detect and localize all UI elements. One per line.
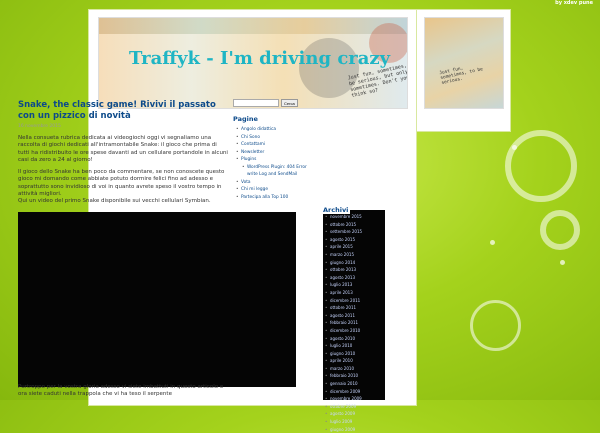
search-button[interactable]: Cerca bbox=[281, 99, 298, 107]
archive-link[interactable]: agosto 2015 bbox=[325, 236, 362, 244]
search-form: Cerca bbox=[233, 99, 315, 107]
sidebar: Cerca Pagine Angolo didattica Chi Sono C… bbox=[233, 99, 315, 201]
archive-link[interactable]: dicembre 2011 bbox=[325, 297, 362, 305]
archive-link[interactable]: giugno 2010 bbox=[325, 350, 362, 358]
page-link-contattami[interactable]: Contattami bbox=[233, 141, 315, 149]
archive-link[interactable]: febbraio 2011 bbox=[325, 319, 362, 327]
page-link-top-100[interactable]: Partecipa alla Top 100 bbox=[233, 194, 315, 202]
archive-link[interactable]: ottobre 2015 bbox=[325, 221, 362, 229]
archive-link[interactable]: dicembre 2010 bbox=[325, 327, 362, 335]
post: Snake, the classic game! Rivivi il passa… bbox=[18, 100, 228, 211]
pages-heading: Pagine bbox=[233, 115, 258, 123]
archive-link[interactable]: agosto 2010 bbox=[325, 335, 362, 343]
archive-link[interactable]: luglio 2013 bbox=[325, 281, 362, 289]
byline[interactable]: by xdev pune bbox=[555, 0, 593, 6]
pages-list: Angolo didattica Chi Sono Contattami New… bbox=[233, 126, 315, 201]
archive-link[interactable]: novembre 2015 bbox=[325, 213, 362, 221]
secondary-header: Just fun, sometimes, to be serious. bbox=[424, 17, 504, 109]
post-date: 16 novembre 2015 bbox=[18, 124, 61, 129]
secondary-panel: Just fun, sometimes, to be serious. bbox=[416, 9, 511, 132]
site-header: Traffyk - I'm driving crazy Just fun, so… bbox=[98, 17, 408, 109]
bg-dot bbox=[490, 240, 495, 245]
bg-dot bbox=[560, 260, 565, 265]
page-link-newsletter[interactable]: Newsletter bbox=[233, 149, 315, 157]
archive-link[interactable]: agosto 2009 bbox=[325, 410, 362, 418]
archive-link[interactable]: aprile 2013 bbox=[325, 289, 362, 297]
post-title[interactable]: Snake, the classic game! Rivivi il passa… bbox=[18, 100, 228, 122]
secondary-tagline: Just fun, sometimes, to be serious. bbox=[438, 66, 484, 87]
post-paragraph: Qui un video del primo Snake disponibile… bbox=[18, 198, 211, 205]
archive-link[interactable]: dicembre 2009 bbox=[325, 388, 362, 396]
page-link-plugin-404[interactable]: WordPress Plugin: 404 Error write Log an… bbox=[233, 164, 315, 179]
archive-link[interactable]: ottobre 2009 bbox=[325, 403, 362, 411]
archive-link[interactable]: aprile 2010 bbox=[325, 357, 362, 365]
page-link-chi-mi-legge[interactable]: Chi mi legge bbox=[233, 186, 315, 194]
page-link-chi-sono[interactable]: Chi Sono bbox=[233, 134, 315, 142]
archive-link[interactable]: marzo 2010 bbox=[325, 365, 362, 373]
archive-link[interactable]: marzo 2015 bbox=[325, 251, 362, 259]
post-paragraph: Nella consueta rubrica dedicata ai video… bbox=[18, 135, 228, 163]
header-decoration bbox=[99, 18, 407, 34]
page-link-vota[interactable]: Vota bbox=[233, 179, 315, 187]
archive-link[interactable]: agosto 2013 bbox=[325, 274, 362, 282]
archive-link[interactable]: agosto 2011 bbox=[325, 312, 362, 320]
archive-link[interactable]: ottobre 2013 bbox=[325, 266, 362, 274]
bg-dot bbox=[512, 145, 517, 150]
bg-circle-ring bbox=[470, 300, 521, 351]
post-paragraph: Purtroppo per la vostra gloria adesso vi… bbox=[18, 384, 224, 398]
search-input[interactable] bbox=[233, 99, 279, 107]
post-paragraph: Il gioco dello Snake ha ben poco da comm… bbox=[18, 169, 225, 198]
archive-link[interactable]: luglio 2009 bbox=[325, 418, 362, 426]
site-title[interactable]: Traffyk - I'm driving crazy bbox=[129, 48, 390, 69]
page-link-angolo-didattica[interactable]: Angolo didattica bbox=[233, 126, 315, 134]
post-body: Nella consueta rubrica dedicata ai video… bbox=[18, 135, 228, 206]
archive-list: novembre 2015ottobre 2015settembre 2015a… bbox=[325, 213, 362, 433]
archive-link[interactable]: giugno 2009 bbox=[325, 426, 362, 433]
archive-link[interactable]: novembre 2009 bbox=[325, 395, 362, 403]
archive-link[interactable]: gennaio 2010 bbox=[325, 380, 362, 388]
archive-link[interactable]: febbraio 2010 bbox=[325, 372, 362, 380]
archive-link[interactable]: luglio 2010 bbox=[325, 342, 362, 350]
archive-link[interactable]: settembre 2015 bbox=[325, 228, 362, 236]
page-link-plugins[interactable]: Plugins bbox=[233, 156, 315, 164]
bg-circle-large bbox=[505, 130, 577, 202]
archive-link[interactable]: giugno 2014 bbox=[325, 259, 362, 267]
archive-link[interactable]: aprile 2015 bbox=[325, 243, 362, 251]
video-player[interactable] bbox=[18, 212, 296, 387]
archive-link[interactable]: ottobre 2011 bbox=[325, 304, 362, 312]
bg-circle-small bbox=[540, 210, 580, 250]
